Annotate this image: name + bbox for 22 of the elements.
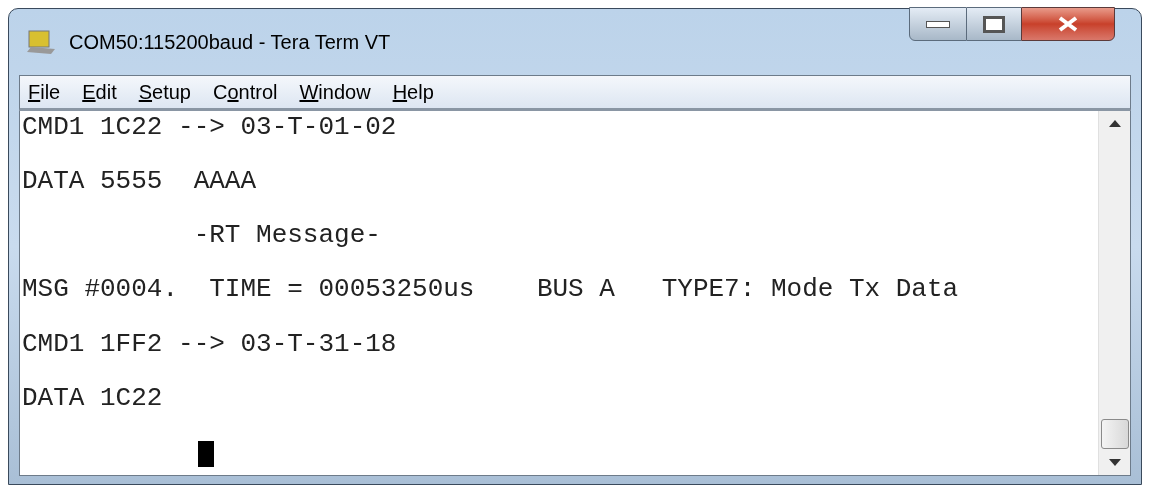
terminal-line: DATA 5555 AAAA	[22, 166, 257, 197]
menu-item[interactable]: File	[26, 77, 63, 107]
menu-item[interactable]: Setup	[136, 77, 193, 107]
window-title: COM50:115200baud - Tera Term VT	[69, 30, 391, 55]
maximize-button[interactable]	[967, 7, 1021, 41]
close-icon	[1057, 16, 1079, 32]
minimize-button[interactable]	[909, 7, 967, 41]
scrollbar-thumb[interactable]	[1100, 419, 1129, 449]
menu-item[interactable]: Control	[211, 77, 280, 107]
terminal-line: -RT Message-	[192, 220, 381, 251]
menu-item[interactable]: Edit	[80, 77, 119, 107]
menu-item[interactable]: Help	[390, 77, 436, 107]
terminal-app-icon	[27, 29, 57, 55]
terminal-line: CMD1 1C22 --> 03-T-01-02	[22, 112, 397, 142]
close-button[interactable]	[1021, 7, 1115, 41]
terminal-line: MSG #0004. TIME = 00053250us BUS A TYPE7: Mode Tx Data	[22, 274, 959, 305]
menu-item[interactable]: Window	[297, 77, 373, 107]
scroll-up-icon[interactable]	[1108, 119, 1121, 127]
scroll-down-icon[interactable]	[1108, 459, 1121, 467]
text-cursor	[198, 440, 214, 467]
terminal-line: DATA 1C22	[22, 382, 163, 413]
terminal-line: CMD1 1FF2 --> 03-T-31-18	[22, 328, 397, 359]
